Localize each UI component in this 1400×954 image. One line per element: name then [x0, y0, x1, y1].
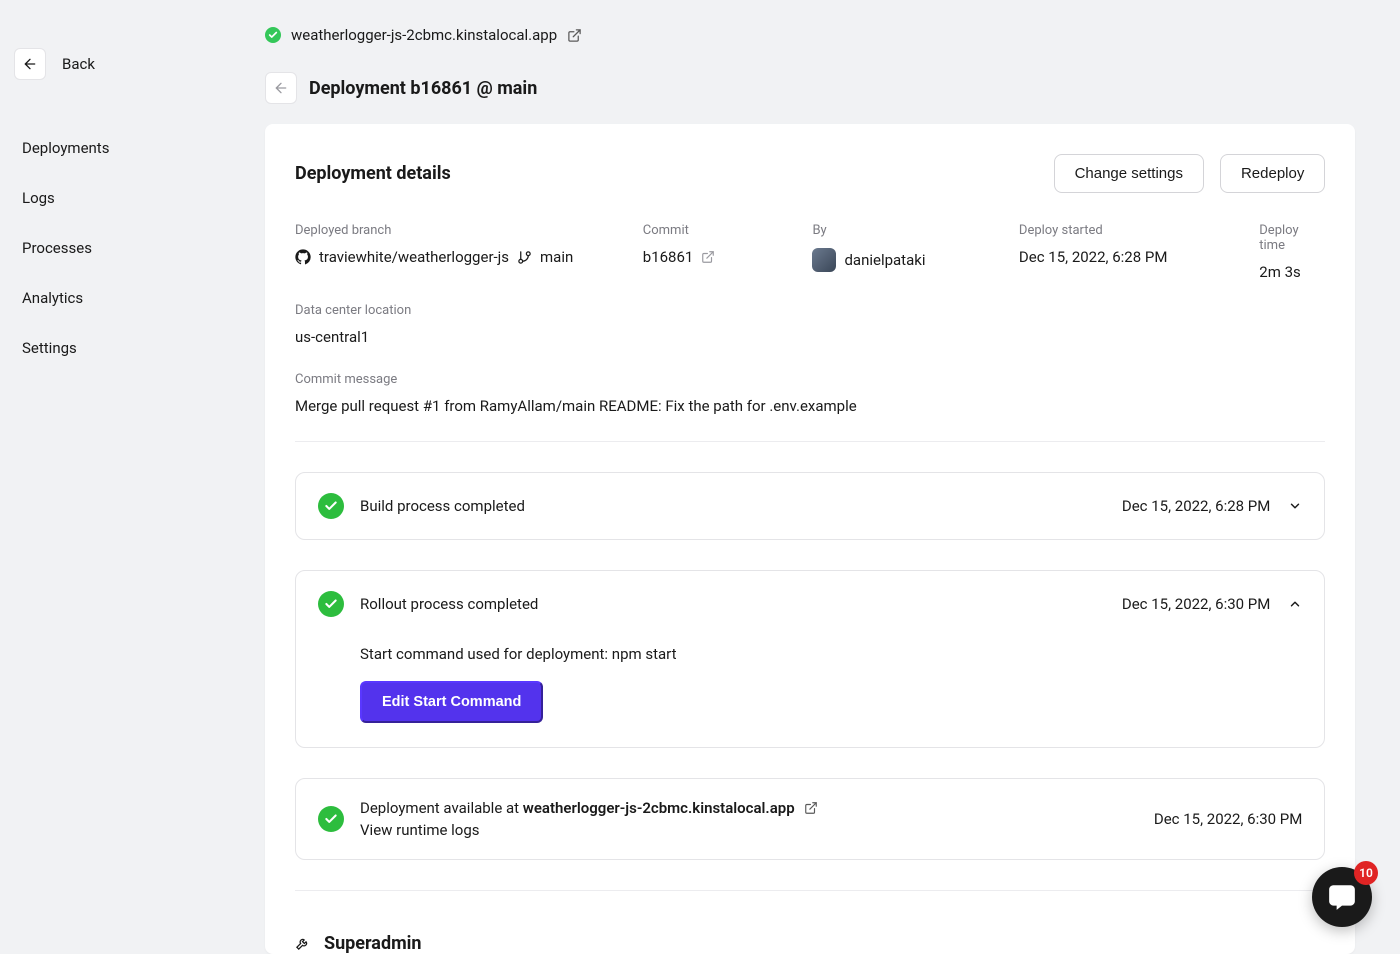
divider [295, 890, 1325, 891]
label-started: Deploy started [1019, 223, 1219, 238]
nav-logs[interactable]: Logs [14, 176, 243, 220]
page-title: Deployment b16861 @ main [309, 78, 537, 99]
check-icon [318, 806, 344, 832]
arrow-left-icon [22, 56, 38, 72]
repo-name: traviewhite/weatherlogger-js [319, 248, 509, 266]
step-rollout-title: Rollout process completed [360, 595, 1122, 613]
rollout-command-text: Start command used for deployment: npm s… [360, 645, 1302, 663]
edit-start-command-button[interactable]: Edit Start Command [360, 681, 543, 723]
label-time: Deploy time [1259, 223, 1325, 253]
nav-analytics[interactable]: Analytics [14, 276, 243, 320]
chat-icon [1327, 882, 1357, 912]
nav-deployments[interactable]: Deployments [14, 126, 243, 170]
deploy-started: Dec 15, 2022, 6:28 PM [1019, 248, 1219, 266]
step-build[interactable]: Build process completed Dec 15, 2022, 6:… [295, 472, 1325, 540]
by-user: danielpataki [844, 251, 925, 269]
step-available: Deployment available at weatherlogger-js… [295, 778, 1325, 860]
step-build-title: Build process completed [360, 497, 1122, 515]
chevron-up-icon[interactable] [1288, 597, 1302, 611]
sidebar: Back Deployments Logs Processes Analytic… [0, 0, 265, 951]
deploy-host[interactable]: weatherlogger-js-2cbmc.kinstalocal.app [523, 799, 795, 817]
deployment-details-panel: Deployment details Change settings Redep… [265, 124, 1355, 954]
datacenter-value: us-central1 [295, 328, 1325, 346]
status-ok-icon [265, 27, 281, 43]
check-icon [318, 591, 344, 617]
wrench-icon [295, 936, 310, 951]
check-icon [318, 493, 344, 519]
step-rollout-time: Dec 15, 2022, 6:30 PM [1122, 595, 1271, 613]
step-rollout: Rollout process completed Dec 15, 2022, … [295, 570, 1325, 748]
commit-message: Merge pull request #1 from RamyAllam/mai… [295, 397, 1325, 415]
branch-name: main [540, 248, 573, 266]
label-by: By [812, 223, 978, 238]
avatar [812, 248, 836, 272]
github-icon [295, 249, 311, 265]
nav-settings[interactable]: Settings [14, 326, 243, 370]
app-url-row: weatherlogger-js-2cbmc.kinstalocal.app [265, 26, 1355, 44]
nav-processes[interactable]: Processes [14, 226, 243, 270]
git-branch-icon [517, 250, 532, 265]
main-content: weatherlogger-js-2cbmc.kinstalocal.app D… [265, 0, 1400, 951]
deploy-time: 2m 3s [1259, 263, 1325, 281]
app-url-link[interactable]: weatherlogger-js-2cbmc.kinstalocal.app [291, 26, 557, 44]
change-settings-button[interactable]: Change settings [1054, 154, 1204, 193]
external-link-icon[interactable] [804, 801, 818, 815]
chevron-down-icon[interactable] [1288, 499, 1302, 513]
step-available-time: Dec 15, 2022, 6:30 PM [1154, 810, 1303, 828]
chat-unread-badge: 10 [1354, 861, 1378, 885]
divider [295, 441, 1325, 442]
redeploy-button[interactable]: Redeploy [1220, 154, 1325, 193]
deploy-available-prefix: Deployment available at [360, 799, 523, 817]
sidebar-back-button[interactable] [14, 48, 46, 80]
step-build-time: Dec 15, 2022, 6:28 PM [1122, 497, 1271, 515]
external-link-icon[interactable] [567, 28, 582, 43]
label-datacenter: Data center location [295, 303, 1325, 318]
sidebar-back-label: Back [62, 55, 95, 73]
chat-widget[interactable]: 10 [1312, 867, 1372, 927]
arrow-left-icon [273, 80, 289, 96]
label-commit-message: Commit message [295, 372, 1325, 387]
panel-title: Deployment details [295, 163, 451, 184]
label-branch: Deployed branch [295, 223, 603, 238]
commit-link[interactable]: b16861 [643, 248, 694, 266]
page-back-button[interactable] [265, 72, 297, 104]
view-runtime-logs-link[interactable]: View runtime logs [360, 821, 1154, 839]
label-commit: Commit [643, 223, 773, 238]
external-link-icon [701, 250, 715, 264]
